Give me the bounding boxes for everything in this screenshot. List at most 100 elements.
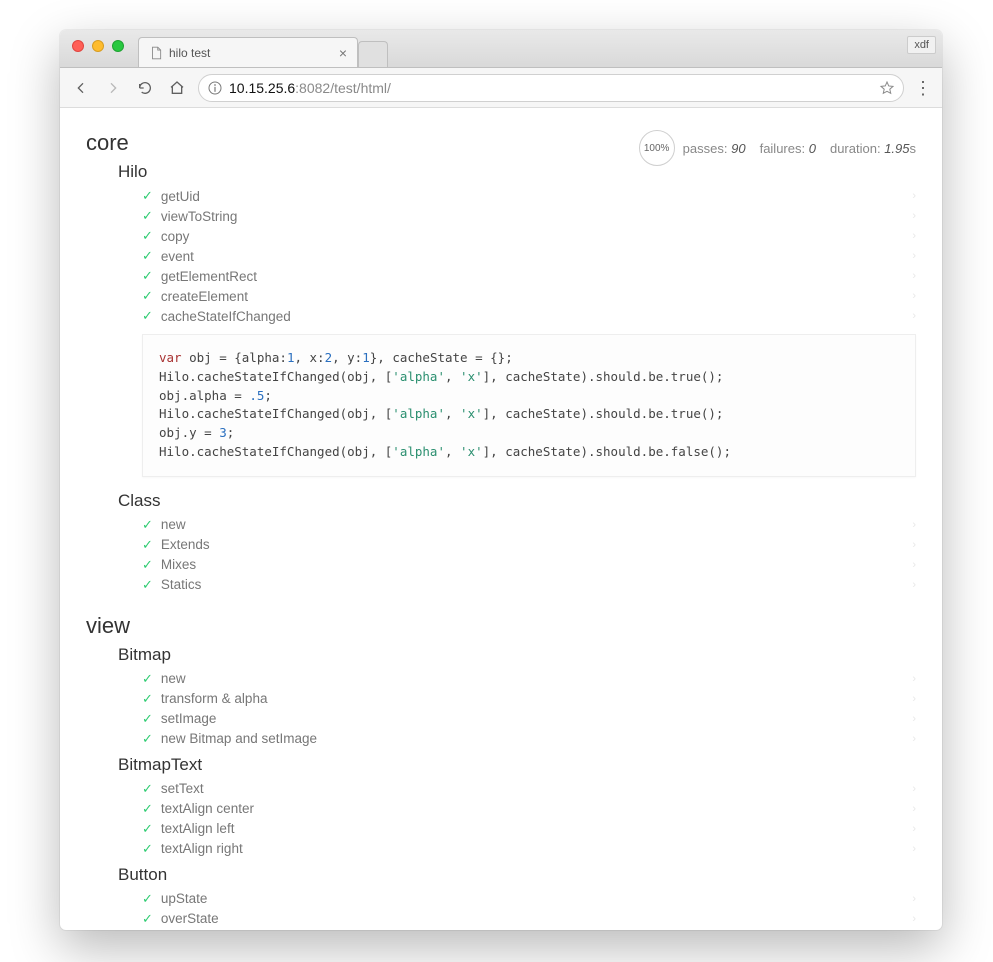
- tests-list: ✓getUid›✓viewToString›✓copy›✓event›✓getE…: [142, 186, 916, 326]
- test-row[interactable]: ✓Extends›: [142, 535, 916, 555]
- bookmark-icon[interactable]: [879, 80, 895, 96]
- passes-stat[interactable]: passes: 90: [683, 141, 746, 156]
- check-icon: ✓: [142, 821, 153, 837]
- maximize-window-button[interactable]: [112, 40, 124, 52]
- expand-icon[interactable]: ›: [912, 823, 916, 835]
- test-label: setText: [161, 781, 204, 796]
- expand-icon[interactable]: ›: [912, 539, 916, 551]
- check-icon: ✓: [142, 671, 153, 687]
- test-label: getElementRect: [161, 269, 257, 284]
- expand-icon[interactable]: ›: [912, 893, 916, 905]
- expand-icon[interactable]: ›: [912, 693, 916, 705]
- test-row[interactable]: ✓ getElementRect ›: [142, 266, 916, 286]
- expand-icon[interactable]: ›: [912, 250, 916, 262]
- test-row[interactable]: ✓Mixes›: [142, 555, 916, 575]
- expand-icon[interactable]: ›: [912, 190, 916, 202]
- site-info-icon[interactable]: [207, 80, 223, 96]
- expand-icon[interactable]: ›: [912, 290, 916, 302]
- expand-icon[interactable]: ›: [912, 230, 916, 242]
- test-row[interactable]: ✓copy›: [142, 226, 916, 246]
- expand-icon[interactable]: ›: [912, 843, 916, 855]
- check-icon: ✓: [142, 781, 153, 797]
- test-row[interactable]: ✓ new Bitmap and setImage ›: [142, 729, 916, 749]
- back-button[interactable]: [70, 77, 92, 99]
- test-label: new: [161, 671, 186, 686]
- group-title[interactable]: BitmapText: [118, 755, 916, 775]
- progress-ring: 100%: [639, 130, 675, 166]
- check-icon: ✓: [142, 731, 153, 747]
- check-icon: ✓: [142, 891, 153, 907]
- url-text: 10.15.25.6:8082/test/html/: [229, 80, 879, 96]
- test-row[interactable]: ✓viewToString›: [142, 206, 916, 226]
- expand-icon[interactable]: ›: [912, 519, 916, 531]
- expand-icon[interactable]: ›: [912, 733, 916, 745]
- group-title[interactable]: Class: [118, 491, 916, 511]
- url-path: /test/html/: [330, 80, 391, 96]
- group-title[interactable]: Button: [118, 865, 916, 885]
- test-row[interactable]: ✓new›: [142, 515, 916, 535]
- failures-stat[interactable]: failures: 0: [760, 141, 816, 156]
- test-row[interactable]: ✓textAlign right›: [142, 839, 916, 859]
- home-button[interactable]: [166, 77, 188, 99]
- expand-icon[interactable]: ›: [912, 310, 916, 322]
- browser-tab[interactable]: hilo test ×: [138, 37, 358, 67]
- address-bar[interactable]: 10.15.25.6:8082/test/html/: [198, 74, 904, 102]
- expand-icon[interactable]: ›: [912, 783, 916, 795]
- check-icon: ✓: [142, 537, 153, 553]
- test-row[interactable]: ✓ event ›: [142, 246, 916, 266]
- url-host: 10.15.25.6: [229, 80, 295, 96]
- expand-icon[interactable]: ›: [912, 210, 916, 222]
- new-tab-button[interactable]: [358, 41, 388, 67]
- expand-icon[interactable]: ›: [912, 913, 916, 925]
- test-row[interactable]: ✓transform & alpha›: [142, 689, 916, 709]
- test-row[interactable]: ✓textAlign left›: [142, 819, 916, 839]
- forward-button[interactable]: [102, 77, 124, 99]
- test-row[interactable]: ✓overState›: [142, 909, 916, 929]
- close-window-button[interactable]: [72, 40, 84, 52]
- test-row[interactable]: ✓upState›: [142, 889, 916, 909]
- test-label: event: [161, 249, 194, 264]
- test-label: new: [161, 517, 186, 532]
- window-titlebar: hilo test × xdf: [60, 30, 942, 68]
- expand-icon[interactable]: ›: [912, 803, 916, 815]
- test-label: new Bitmap and setImage: [161, 731, 317, 746]
- test-label: cacheStateIfChanged: [161, 309, 291, 324]
- test-label: getUid: [161, 189, 200, 204]
- browser-menu-button[interactable]: ⋮: [914, 79, 932, 97]
- test-row[interactable]: ✓getUid›: [142, 186, 916, 206]
- suite-title[interactable]: view: [86, 613, 916, 639]
- expand-icon[interactable]: ›: [912, 713, 916, 725]
- test-row[interactable]: ✓downState›: [142, 929, 916, 931]
- test-row[interactable]: ✓cacheStateIfChanged›: [142, 306, 916, 326]
- test-row[interactable]: ✓setImage›: [142, 709, 916, 729]
- reload-button[interactable]: [134, 77, 156, 99]
- group-title[interactable]: Bitmap: [118, 645, 916, 665]
- test-stats: 100% passes: 90 failures: 0 duration: 1.…: [639, 130, 916, 166]
- browser-toolbar: 10.15.25.6:8082/test/html/ ⋮: [60, 68, 942, 108]
- test-row[interactable]: ✓textAlign center›: [142, 799, 916, 819]
- test-row[interactable]: ✓createElement›: [142, 286, 916, 306]
- duration-stat: duration: 1.95s: [830, 141, 916, 156]
- test-row[interactable]: ✓ new ›: [142, 669, 916, 689]
- test-row[interactable]: ✓ setText ›: [142, 779, 916, 799]
- expand-icon[interactable]: ›: [912, 579, 916, 591]
- expand-icon[interactable]: ›: [912, 270, 916, 282]
- test-label: textAlign right: [161, 841, 243, 856]
- minimize-window-button[interactable]: [92, 40, 104, 52]
- test-row[interactable]: ✓Statics›: [142, 575, 916, 595]
- test-label: Mixes: [161, 557, 196, 572]
- tests-list: ✓new›✓transform & alpha›✓setImage›✓new B…: [142, 669, 916, 749]
- expand-icon[interactable]: ›: [912, 673, 916, 685]
- close-tab-icon[interactable]: ×: [339, 45, 347, 61]
- tab-title: hilo test: [169, 46, 333, 60]
- code-block: var obj = {alpha:1, x:2, y:1}, cacheStat…: [142, 334, 916, 477]
- check-icon: ✓: [142, 268, 153, 284]
- test-label: viewToString: [161, 209, 238, 224]
- check-icon: ✓: [142, 691, 153, 707]
- profile-badge[interactable]: xdf: [907, 36, 936, 54]
- tests-list: ✓upState›✓overState›✓downState›✓disabled…: [142, 889, 916, 931]
- expand-icon[interactable]: ›: [912, 559, 916, 571]
- check-icon: ✓: [142, 248, 153, 264]
- test-label: createElement: [161, 289, 248, 304]
- test-label: copy: [161, 229, 190, 244]
